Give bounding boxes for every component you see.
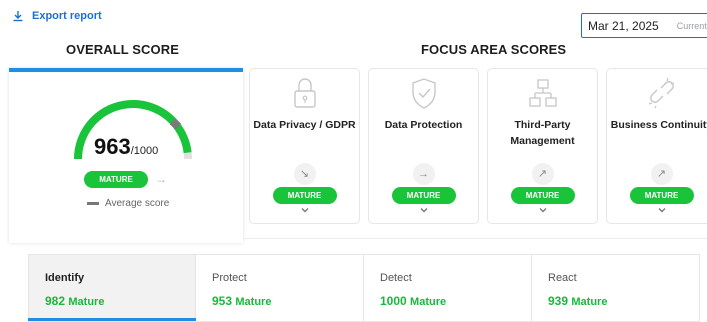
overall-score-heading: OVERALL SCORE — [66, 42, 180, 57]
overall-score: 963/1000 — [94, 134, 158, 160]
function-tabs: Identify 982 Mature Protect 953 Mature D… — [28, 254, 707, 322]
tab-score-value: 953 — [212, 294, 233, 308]
focus-status-badge: MATURE — [272, 187, 337, 204]
tab-name: Detect — [380, 272, 412, 284]
trend-up-icon: ↗ — [650, 163, 673, 185]
tab-name: Identify — [45, 272, 85, 284]
focus-status-badge: MATURE — [629, 187, 694, 204]
average-score-legend: Average score — [87, 198, 169, 209]
active-tab-indicator — [28, 318, 197, 321]
broken-link-icon — [648, 77, 674, 109]
focus-card-title: Data Protection — [384, 119, 463, 131]
overall-score-card[interactable]: 963/1000 MATURE → Average score — [9, 68, 243, 243]
chevron-down-icon[interactable] — [300, 205, 310, 215]
download-icon — [13, 11, 23, 22]
export-report-label: Export report — [32, 10, 102, 22]
date-value: Mar 21, 2025 — [588, 18, 659, 33]
focus-area-heading: FOCUS AREA SCORES — [421, 42, 567, 57]
dashboard: Export report Mar 21, 2025 Current ▼ OVE… — [0, 0, 707, 322]
focus-card-data-protection[interactable]: Data Protection → MATURE — [368, 68, 479, 224]
tab-react[interactable]: React 939 Mature — [532, 254, 700, 322]
date-select[interactable]: Mar 21, 2025 Current ▼ — [581, 13, 707, 38]
focus-card-business-continuity[interactable]: Business Continuity ↗ MATURE — [606, 68, 707, 224]
focus-area-cards: Data Privacy / GDPR ↘ MATURE Data Protec… — [243, 68, 707, 238]
org-chart-icon — [528, 79, 557, 107]
focus-card-title: Business Continuity — [610, 119, 707, 131]
date-current-label: Current — [676, 20, 707, 31]
tab-name: Protect — [212, 272, 247, 284]
trend-down-icon: ↘ — [293, 163, 316, 185]
trend-up-icon: ↗ — [531, 163, 554, 185]
tab-detect[interactable]: Detect 1000 Mature — [364, 254, 532, 322]
tab-score-value: 1000 — [380, 294, 407, 308]
overall-score-denominator: /1000 — [130, 145, 159, 157]
section-divider — [243, 238, 707, 239]
tab-score: 1000 Mature — [380, 294, 531, 308]
average-score-label: Average score — [105, 198, 170, 209]
tab-score: 939 Mature — [548, 294, 699, 308]
lock-icon — [293, 78, 316, 108]
focus-card-title: Data Privacy / GDPR — [253, 119, 356, 131]
average-dash-icon — [87, 202, 99, 205]
focus-card-third-party[interactable]: Third-Party Management ↗ MATURE — [487, 68, 598, 224]
tab-score-label: Mature — [235, 296, 272, 308]
tab-name: React — [548, 272, 577, 284]
shield-check-icon — [411, 78, 436, 109]
export-report-button[interactable]: Export report — [12, 10, 102, 22]
tab-score-label: Mature — [571, 296, 608, 308]
overall-status-badge: MATURE — [84, 171, 148, 188]
chevron-down-icon[interactable] — [657, 205, 667, 215]
focus-status-badge: MATURE — [510, 187, 575, 204]
focus-card-title: Third-Party Management — [510, 119, 575, 147]
tab-score-value: 939 — [548, 294, 569, 308]
focus-status-badge: MATURE — [391, 187, 456, 204]
arrow-right-icon: → — [155, 172, 167, 186]
chevron-down-icon[interactable] — [419, 205, 429, 215]
tab-score-value: 982 — [45, 294, 66, 308]
focus-card-data-privacy[interactable]: Data Privacy / GDPR ↘ MATURE — [249, 68, 360, 224]
tab-score-label: Mature — [68, 296, 105, 308]
overall-score-value: 963 — [94, 134, 131, 159]
tab-score: 953 Mature — [212, 294, 363, 308]
tab-identify[interactable]: Identify 982 Mature — [28, 254, 197, 322]
tab-protect[interactable]: Protect 953 Mature — [196, 254, 364, 322]
tab-score-label: Mature — [410, 296, 447, 308]
trend-flat-icon: → — [412, 163, 435, 185]
tab-score: 982 Mature — [45, 294, 195, 308]
chevron-down-icon[interactable] — [538, 205, 548, 215]
